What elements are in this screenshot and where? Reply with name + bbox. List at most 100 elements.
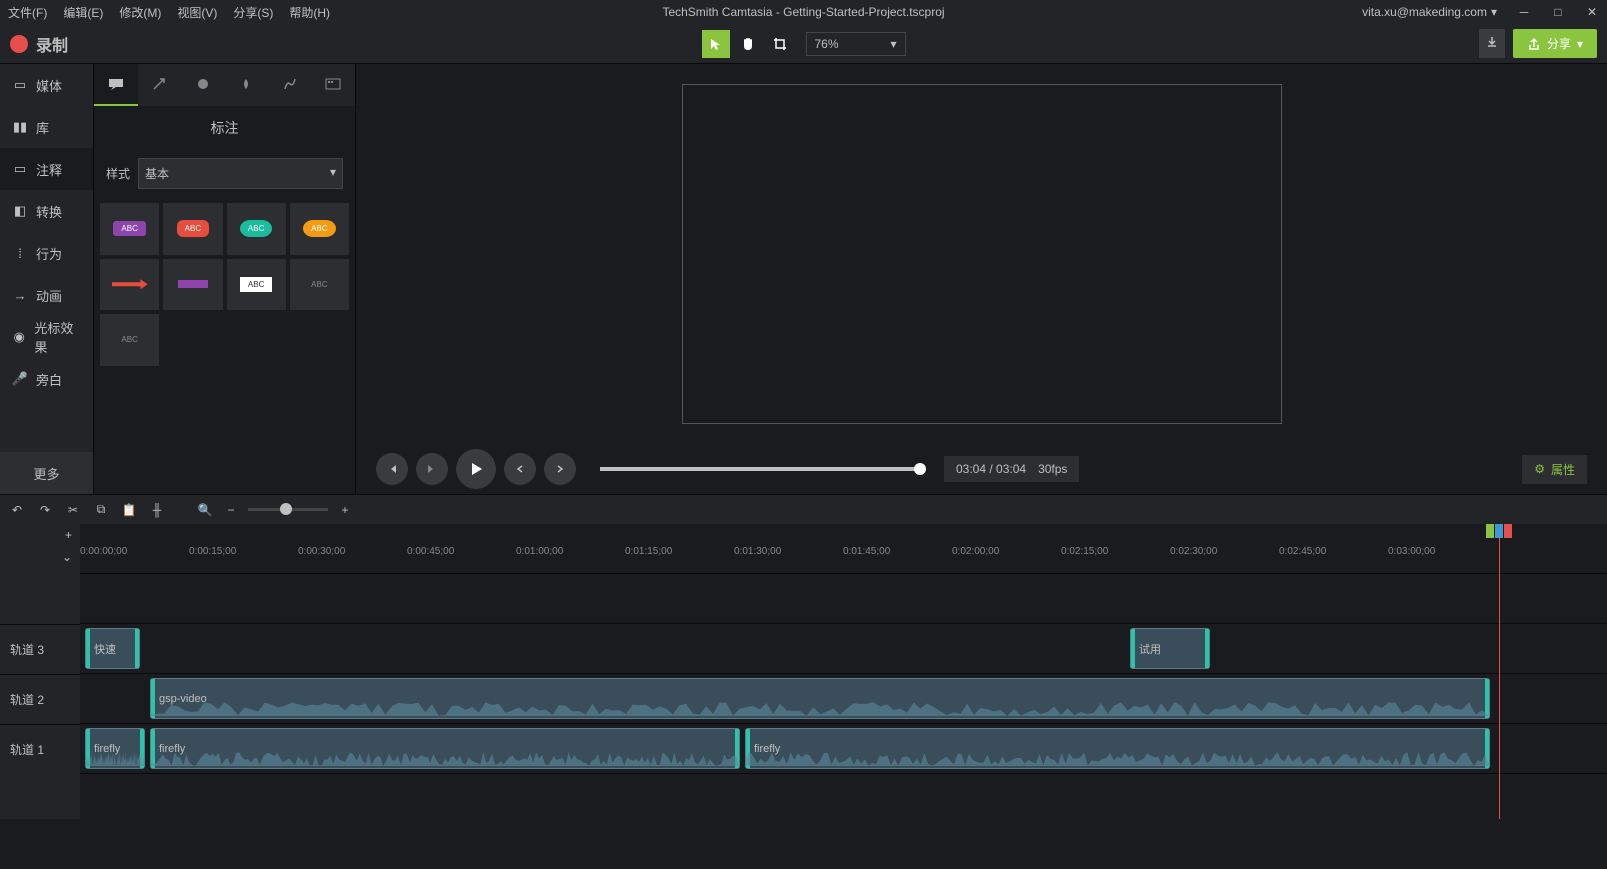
- sidebar-animations[interactable]: →动画: [0, 274, 93, 316]
- prev-marker-button[interactable]: [504, 453, 536, 485]
- properties-button[interactable]: ⚙ 属性: [1522, 455, 1587, 484]
- hand-tool[interactable]: [734, 30, 762, 58]
- zoom-slider[interactable]: [248, 508, 328, 511]
- track-1[interactable]: fireflyfireflyfirefly: [80, 724, 1607, 774]
- track-empty[interactable]: [80, 574, 1607, 624]
- close-button[interactable]: ✕: [1585, 5, 1599, 19]
- next-marker-button[interactable]: [544, 453, 576, 485]
- ruler-tick: 0:03:00;00: [1388, 546, 1435, 557]
- style-select[interactable]: 基本 ▾: [138, 158, 343, 189]
- download-button[interactable]: [1479, 29, 1505, 58]
- tab-arrow[interactable]: [138, 64, 182, 106]
- ruler-tick: 0:02:15;00: [1061, 546, 1108, 557]
- timeline-clip[interactable]: firefly: [150, 728, 740, 769]
- playhead-marker[interactable]: [1486, 524, 1512, 538]
- annotation-preset-7[interactable]: ABC: [227, 259, 286, 311]
- zoom-select[interactable]: 76% ▾: [806, 32, 906, 56]
- ruler-tick: 0:00:00;00: [80, 546, 127, 557]
- tab-callout[interactable]: [94, 64, 138, 106]
- sidebar-transitions[interactable]: ◧转换: [0, 190, 93, 232]
- menu-file[interactable]: 文件(F): [8, 4, 47, 21]
- track-3-header[interactable]: 轨道 3: [0, 624, 80, 674]
- progress-bar[interactable]: [600, 467, 920, 471]
- menu-help[interactable]: 帮助(H): [289, 4, 330, 21]
- timeline-clip[interactable]: gsp-video: [150, 678, 1490, 719]
- timeline-clip[interactable]: 快速: [85, 628, 140, 669]
- track-3[interactable]: 快速 试用: [80, 624, 1607, 674]
- sidebar-cursor[interactable]: ◉光标效果: [0, 316, 93, 358]
- tab-shape[interactable]: [181, 64, 225, 106]
- annotations-panel: 标注 样式 基本 ▾ ABC ABC ABC ABC ABC ABC ABC: [94, 64, 356, 494]
- menubar: 文件(F) 编辑(E) 修改(M) 视图(V) 分享(S) 帮助(H) Tech…: [0, 0, 1607, 24]
- ruler-tick: 0:02:30;00: [1170, 546, 1217, 557]
- gear-icon: ⚙: [1534, 462, 1545, 476]
- menu-edit[interactable]: 编辑(E): [63, 4, 103, 21]
- annotation-preset-9[interactable]: ABC: [100, 314, 159, 366]
- sidebar-media[interactable]: ▭媒体: [0, 64, 93, 106]
- playhead-line[interactable]: [1499, 524, 1500, 819]
- sidebar-library[interactable]: ▮▮库: [0, 106, 93, 148]
- annotation-preset-5[interactable]: [100, 259, 159, 311]
- annotation-preset-2[interactable]: ABC: [163, 203, 222, 255]
- tab-blur[interactable]: [225, 64, 269, 106]
- sidebar-behaviors[interactable]: ⁞行为: [0, 232, 93, 274]
- split-button[interactable]: ╫: [148, 501, 166, 519]
- track-2[interactable]: gsp-video: [80, 674, 1607, 724]
- sidebar-voice[interactable]: 🎤旁白: [0, 358, 93, 400]
- annotation-preset-3[interactable]: ABC: [227, 203, 286, 255]
- annotation-preset-4[interactable]: ABC: [290, 203, 349, 255]
- next-frame-button[interactable]: [416, 453, 448, 485]
- copy-button[interactable]: ⧉: [92, 501, 110, 519]
- undo-button[interactable]: ↶: [8, 501, 26, 519]
- annotation-grid: ABC ABC ABC ABC ABC ABC ABC: [94, 197, 355, 372]
- minimize-button[interactable]: ─: [1517, 5, 1531, 19]
- chevron-down-icon: ▾: [1491, 5, 1497, 19]
- record-button[interactable]: 录制: [10, 32, 68, 56]
- track-1-header[interactable]: 轨道 1: [0, 724, 80, 774]
- share-button[interactable]: 分享 ▾: [1513, 29, 1597, 58]
- track-2-header[interactable]: 轨道 2: [0, 674, 80, 724]
- ruler-tick: 0:00:30;00: [298, 546, 345, 557]
- play-button[interactable]: [456, 449, 496, 489]
- annotation-preset-1[interactable]: ABC: [100, 203, 159, 255]
- ruler-tick: 0:01:15;00: [625, 546, 672, 557]
- menu-share[interactable]: 分享(S): [233, 4, 273, 21]
- library-icon: ▮▮: [12, 119, 28, 135]
- progress-thumb[interactable]: [914, 463, 926, 475]
- canvas[interactable]: [356, 64, 1607, 444]
- menu-modify[interactable]: 修改(M): [119, 4, 161, 21]
- sidebar-more[interactable]: 更多: [0, 452, 93, 494]
- cut-button[interactable]: ✂: [64, 501, 82, 519]
- redo-button[interactable]: ↷: [36, 501, 54, 519]
- annotation-preset-8[interactable]: ABC: [290, 259, 349, 311]
- tab-keystroke[interactable]: [312, 64, 356, 106]
- timeline-toolbar: ↶ ↷ ✂ ⧉ 📋 ╫ 🔍 − +: [0, 494, 1607, 524]
- timeline-clip[interactable]: firefly: [745, 728, 1490, 769]
- annotation-preset-6[interactable]: [163, 259, 222, 311]
- clip-label: 快速: [94, 641, 116, 657]
- prev-frame-button[interactable]: [376, 453, 408, 485]
- sidebar: ▭媒体 ▮▮库 ▭注释 ◧转换 ⁞行为 →动画 ◉光标效果 🎤旁白 更多: [0, 64, 94, 494]
- user-account[interactable]: vita.xu@makeding.com ▾: [1362, 5, 1497, 19]
- panel-title: 标注: [94, 106, 355, 150]
- collapse-tracks-button[interactable]: ⌄: [62, 550, 72, 564]
- zoom-out-button[interactable]: −: [222, 501, 240, 519]
- timeline-clip[interactable]: firefly: [85, 728, 145, 769]
- canvas-frame[interactable]: [682, 84, 1282, 424]
- menu-view[interactable]: 视图(V): [177, 4, 217, 21]
- add-track-button[interactable]: +: [65, 528, 72, 542]
- tab-sketch[interactable]: [268, 64, 312, 106]
- zoom-fit-button[interactable]: 🔍: [196, 501, 214, 519]
- clip-label: 试用: [1139, 641, 1161, 657]
- paste-button[interactable]: 📋: [120, 501, 138, 519]
- timeline-tracks[interactable]: 0:03:04;09 0:00:00;000:00:15;000:00:30;0…: [80, 524, 1607, 819]
- maximize-button[interactable]: □: [1551, 5, 1565, 19]
- sidebar-annotations[interactable]: ▭注释: [0, 148, 93, 190]
- ruler-tick: 0:02:00;00: [952, 546, 999, 557]
- chevron-down-icon: ▾: [330, 165, 336, 182]
- crop-tool[interactable]: [766, 30, 794, 58]
- zoom-in-button[interactable]: +: [336, 501, 354, 519]
- select-tool[interactable]: [702, 30, 730, 58]
- timeline-ruler[interactable]: 0:00:00;000:00:15;000:00:30;000:00:45;00…: [80, 524, 1607, 574]
- timeline-clip[interactable]: 试用: [1130, 628, 1210, 669]
